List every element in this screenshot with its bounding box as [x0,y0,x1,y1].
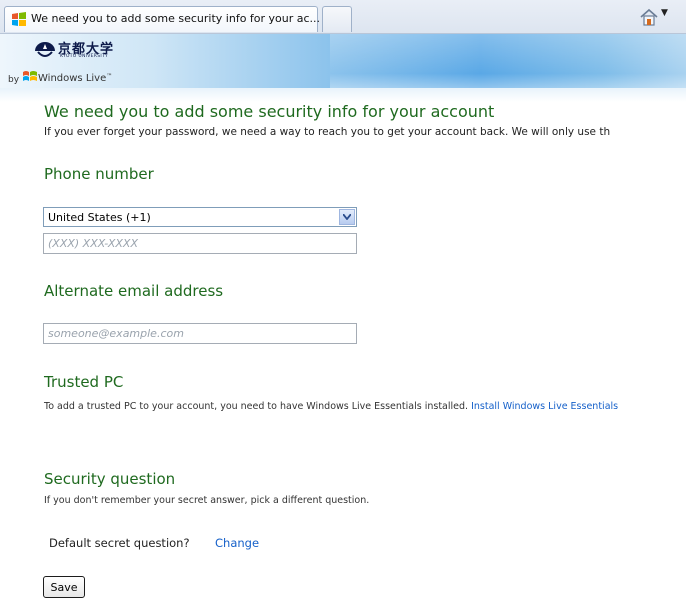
banner-fade [0,88,686,102]
save-button[interactable]: Save [43,576,85,598]
default-secret-question-label: Default secret question? [49,536,190,550]
kyoto-university-emblem-icon [35,42,55,57]
security-question-heading: Security question [44,470,176,488]
country-code-select[interactable]: United States (+1) [43,207,357,227]
trademark-symbol: ™ [106,73,113,80]
browser-tab-active[interactable]: We need you to add some security info fo… [4,6,321,32]
windows-live-label: Windows Live [38,73,107,84]
chevron-down-icon[interactable]: ▼ [661,8,668,18]
intro-text: If you ever forget your password, we nee… [44,126,611,138]
windows-live-flag-icon [23,71,37,81]
windows-live-brand: Windows Live™ [38,73,112,84]
install-windows-live-essentials-link[interactable]: Install Windows Live Essentials [471,401,618,412]
windows-live-favicon-icon [12,12,26,26]
new-tab-button[interactable] [322,6,352,32]
page-title: We need you to add some security info fo… [44,102,495,121]
home-icon[interactable] [638,7,660,27]
trusted-pc-text: To add a trusted PC to your account, you… [44,401,469,412]
trusted-pc-description: To add a trusted PC to your account, you… [44,401,618,412]
by-label: by [8,75,20,85]
country-code-value: United States (+1) [48,211,151,224]
kyoto-university-subtitle: KYOTO UNIVERSITY [60,54,109,59]
alternate-email-heading: Alternate email address [44,282,224,300]
trusted-pc-heading: Trusted PC [44,373,124,391]
browser-tab-title: We need you to add some security info fo… [31,12,321,25]
browser-tab-strip: We need you to add some security info fo… [0,0,686,34]
change-security-question-link[interactable]: Change [215,536,259,550]
security-question-description: If you don't remember your secret answer… [44,495,370,506]
alternate-email-input[interactable] [43,323,357,344]
phone-number-heading: Phone number [44,165,154,183]
phone-number-input[interactable] [43,233,357,254]
dropdown-arrow-icon[interactable] [339,209,355,225]
